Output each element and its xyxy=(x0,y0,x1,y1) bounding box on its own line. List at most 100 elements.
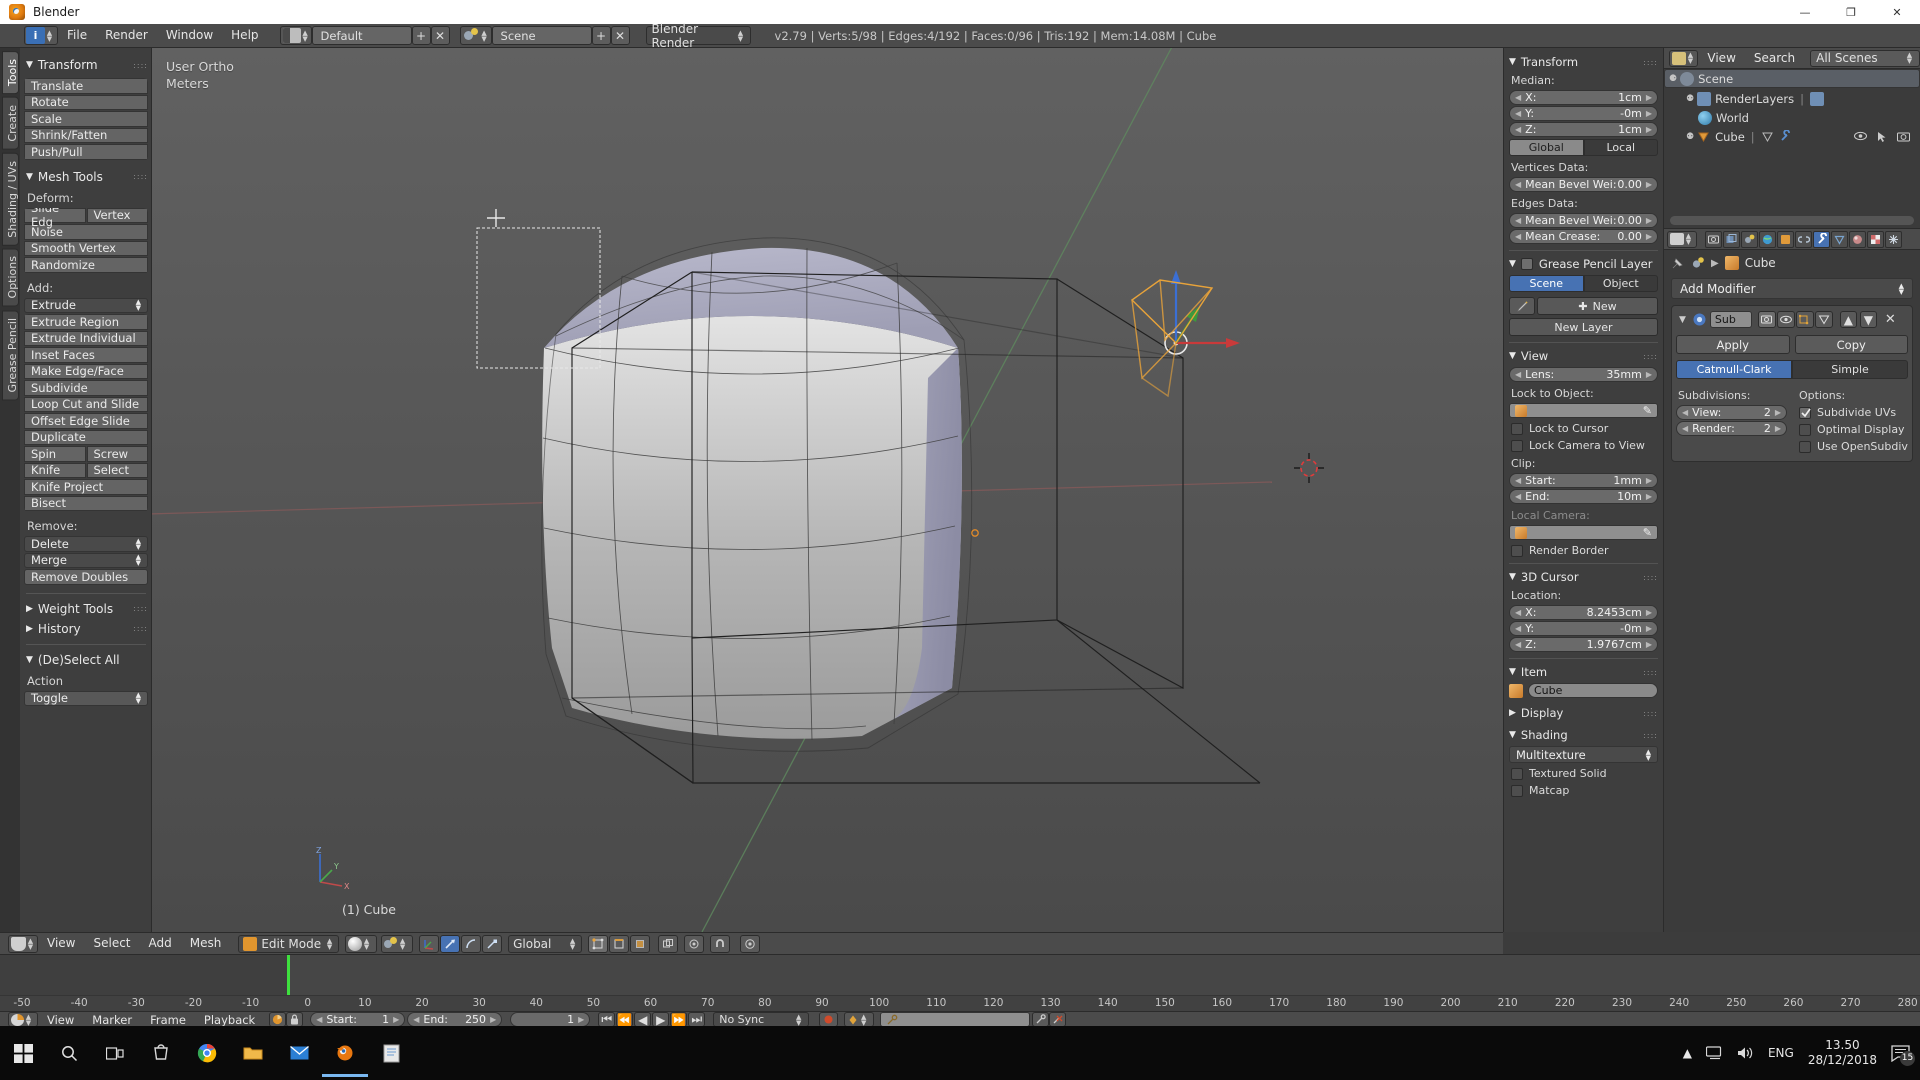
search-icon[interactable] xyxy=(46,1029,92,1077)
renderlayer-data-icon[interactable] xyxy=(1809,91,1824,106)
increment-arrow-icon[interactable]: ▶ xyxy=(1646,109,1652,118)
new-layer-button[interactable]: New Layer xyxy=(1509,318,1658,336)
increment-arrow-icon[interactable]: ▶ xyxy=(490,1015,496,1024)
properties-tab-material[interactable] xyxy=(1849,230,1866,248)
increment-arrow-icon[interactable]: ▶ xyxy=(1646,492,1652,501)
increment-arrow-icon[interactable]: ▶ xyxy=(1646,624,1652,633)
grease-pencil-source-toggle[interactable]: Scene Object xyxy=(1509,275,1658,292)
subdivide-uvs-checkbox[interactable] xyxy=(1799,406,1811,419)
lens-field[interactable]: ◀ Lens: 35mm ▶ xyxy=(1509,367,1658,382)
magnet-icon[interactable] xyxy=(710,934,731,953)
use-opensubdiv-checkbox[interactable] xyxy=(1799,440,1811,453)
restrict-view-eye-icon[interactable] xyxy=(1854,131,1867,143)
tab-grease-pencil[interactable]: Grease Pencil xyxy=(2,309,19,401)
render-visibility-icon[interactable] xyxy=(1757,311,1776,328)
spin-button[interactable]: Spin xyxy=(24,446,86,462)
eyedropper-icon[interactable]: ✎ xyxy=(1643,526,1652,539)
auto-keyframe-record-icon[interactable] xyxy=(819,1012,839,1027)
clock[interactable]: 13.50 28/12/2018 xyxy=(1808,1038,1877,1068)
tab-tools[interactable]: Tools xyxy=(2,51,19,95)
scale-manipulator-icon[interactable] xyxy=(482,934,503,953)
extrude-region-button[interactable]: Extrude Region xyxy=(24,314,148,330)
subdivision-view-field[interactable]: ◀ View: 2 ▶ xyxy=(1676,405,1787,420)
vertex-select-mode-icon[interactable] xyxy=(588,934,609,953)
decrement-arrow-icon[interactable]: ◀ xyxy=(413,1015,419,1024)
manipulator-toggle-group[interactable] xyxy=(419,934,503,953)
extrude-dropdown[interactable]: Extrude ▲ ▼ xyxy=(24,297,148,313)
decrement-arrow-icon[interactable]: ◀ xyxy=(1515,109,1521,118)
decrement-arrow-icon[interactable]: ◀ xyxy=(316,1015,322,1024)
subdivide-button[interactable]: Subdivide xyxy=(24,380,148,396)
frame-end-field[interactable]: ◀ End: 250 ▶ xyxy=(407,1012,503,1027)
decrement-arrow-icon[interactable]: ◀ xyxy=(1515,640,1521,649)
use-opensubdiv-row[interactable]: Use OpenSubdiv xyxy=(1799,440,1908,453)
properties-tab-scene[interactable] xyxy=(1741,230,1758,248)
panel-header-history[interactable]: ▶ History :::: xyxy=(26,622,148,636)
add-screen-layout-button[interactable]: + xyxy=(411,26,431,45)
pin-icon[interactable] xyxy=(1671,256,1685,270)
smooth-vertex-button[interactable]: Smooth Vertex xyxy=(24,240,148,256)
median-y-field[interactable]: ◀ Y: -0m ▶ xyxy=(1509,106,1658,121)
volume-icon[interactable] xyxy=(1737,1046,1754,1060)
knife-project-button[interactable]: Knife Project xyxy=(24,479,148,495)
panel-header-view[interactable]: ▼ View :::: xyxy=(1509,349,1658,363)
clip-end-field[interactable]: ◀ End: 10m ▶ xyxy=(1509,489,1658,504)
edge-bevel-weight-field[interactable]: ◀ Mean Bevel Wei: 0.00 ▶ xyxy=(1509,213,1658,228)
matcap-row[interactable]: Matcap xyxy=(1511,784,1658,797)
grease-pencil-checkbox[interactable] xyxy=(1520,258,1533,270)
store-icon[interactable] xyxy=(138,1029,184,1077)
rotate-manipulator-icon[interactable] xyxy=(461,934,482,953)
viewport-menu-add[interactable]: Add xyxy=(140,932,181,955)
knife-select-button[interactable]: Select xyxy=(86,462,148,478)
decrement-arrow-icon[interactable]: ◀ xyxy=(1515,476,1521,485)
panel-header-weight-tools[interactable]: ▶ Weight Tools :::: xyxy=(26,602,148,616)
play-reverse-icon[interactable]: ◀ xyxy=(634,1012,652,1027)
panel-header-transform-n[interactable]: ▼ Transform :::: xyxy=(1509,55,1658,69)
editor-type-outliner-button[interactable]: ▲ ▼ xyxy=(1669,49,1699,67)
lock-to-cursor-row[interactable]: Lock to Cursor xyxy=(1511,422,1658,435)
menu-file[interactable]: File xyxy=(58,24,96,47)
tab-options[interactable]: Options xyxy=(2,248,19,307)
bisect-button[interactable]: Bisect xyxy=(24,495,148,511)
knife-button[interactable]: Knife xyxy=(24,462,86,478)
catmull-clark-button[interactable]: Catmull-Clark xyxy=(1676,360,1792,379)
increment-arrow-icon[interactable]: ▶ xyxy=(1646,125,1652,134)
limit-selection-visible-icon[interactable] xyxy=(658,934,679,953)
shading-method-dropdown[interactable]: Multitexture ▲ ▼ xyxy=(1509,746,1658,763)
action-dropdown[interactable]: Toggle ▲ ▼ xyxy=(24,690,148,706)
simple-subdivision-button[interactable]: Simple xyxy=(1792,360,1908,379)
window-controls[interactable]: — ❐ ✕ xyxy=(1782,0,1920,24)
properties-tab-modifiers[interactable] xyxy=(1813,230,1830,248)
viewport-menu-view[interactable]: View xyxy=(38,932,84,955)
decrement-arrow-icon[interactable]: ◀ xyxy=(1682,424,1688,433)
panel-header-shading[interactable]: ▼ Shading :::: xyxy=(1509,728,1658,742)
cursor-x-field[interactable]: ◀ X: 8.2453cm ▶ xyxy=(1509,605,1658,620)
cursor-y-field[interactable]: ◀ Y: -0m ▶ xyxy=(1509,621,1658,636)
outliner-menu-view[interactable]: View xyxy=(1698,48,1744,69)
increment-arrow-icon[interactable]: ▶ xyxy=(1646,232,1652,241)
blender-taskbar-icon[interactable] xyxy=(322,1029,368,1077)
make-edge-face-button[interactable]: Make Edge/Face xyxy=(24,363,148,379)
panel-header-item[interactable]: ▼ Item :::: xyxy=(1509,665,1658,679)
scene-name[interactable]: Scene xyxy=(491,26,592,45)
outliner-row-scene[interactable]: ⚈ Scene xyxy=(1664,69,1920,88)
increment-arrow-icon[interactable]: ▶ xyxy=(1646,370,1652,379)
transform-orientation-select[interactable]: Global ▲ ▼ xyxy=(508,934,583,953)
properties-tab-data[interactable] xyxy=(1831,230,1848,248)
increment-arrow-icon[interactable]: ▶ xyxy=(393,1015,399,1024)
screen-layout-name[interactable]: Default xyxy=(311,26,412,45)
pivot-point-select[interactable]: ▲ ▼ xyxy=(381,934,414,953)
scale-button[interactable]: Scale xyxy=(24,111,148,127)
outliner-restrict-toggles[interactable] xyxy=(1854,131,1920,143)
editor-type-timeline-button[interactable]: ▲ ▼ xyxy=(8,1012,38,1027)
properties-tab-constraints[interactable] xyxy=(1795,230,1812,248)
noise-button[interactable]: Noise xyxy=(24,224,148,240)
editor-type-info-button[interactable]: i ▲ ▼ xyxy=(24,26,58,45)
add-modifier-dropdown[interactable]: Add Modifier ▲ ▼ xyxy=(1671,278,1913,299)
increment-arrow-icon[interactable]: ▶ xyxy=(1646,216,1652,225)
median-z-field[interactable]: ◀ Z: 1cm ▶ xyxy=(1509,122,1658,137)
properties-tab-world[interactable] xyxy=(1759,230,1776,248)
increment-arrow-icon[interactable]: ▶ xyxy=(1775,408,1781,417)
vertex-slide-button[interactable]: Vertex xyxy=(86,207,148,223)
restrict-render-camera-icon[interactable] xyxy=(1897,131,1910,143)
